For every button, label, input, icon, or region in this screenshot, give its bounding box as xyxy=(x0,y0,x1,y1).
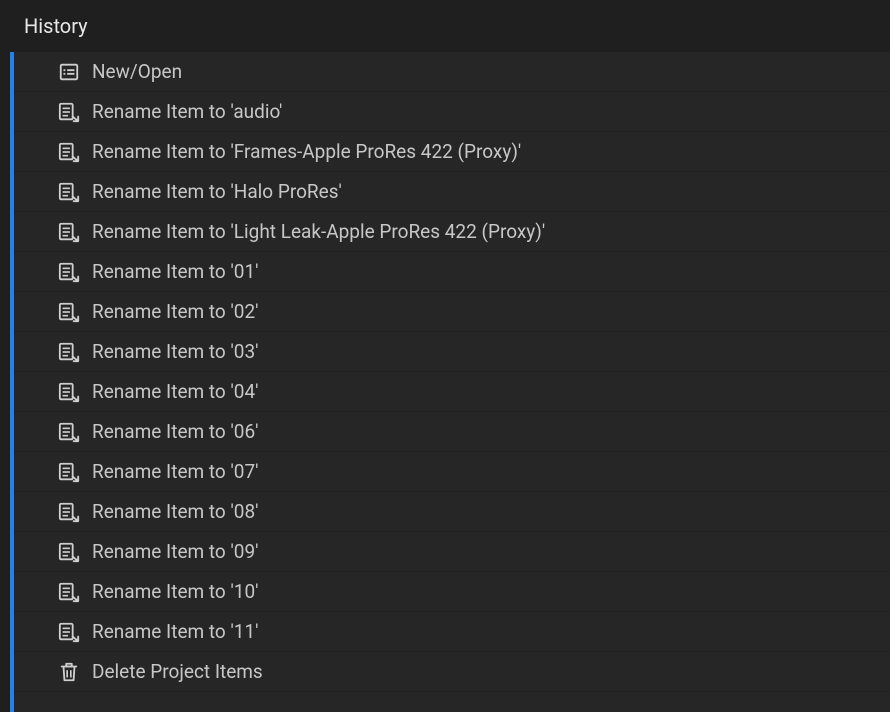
history-item-label: Rename Item to 'Light Leak-Apple ProRes … xyxy=(92,220,545,243)
rename-item-icon xyxy=(58,381,80,403)
history-list[interactable]: New/Open Rename Item to 'audio' Rename Ite… xyxy=(14,52,890,712)
history-item-label: Rename Item to '01' xyxy=(92,260,258,283)
panel-title: History xyxy=(0,0,890,52)
rename-item-icon xyxy=(58,181,80,203)
rename-item-icon xyxy=(58,461,80,483)
history-item[interactable]: New/Open xyxy=(14,52,890,92)
rename-item-icon xyxy=(58,101,80,123)
history-item-label: Rename Item to '11' xyxy=(92,620,258,643)
history-item[interactable]: Rename Item to '07' xyxy=(14,452,890,492)
delete-item-icon xyxy=(58,661,80,683)
history-item-label: Rename Item to '02' xyxy=(92,300,258,323)
history-item-label: Delete Project Items xyxy=(92,660,263,683)
history-item-label: Rename Item to 'audio' xyxy=(92,100,282,123)
panel-body: New/Open Rename Item to 'audio' Rename Ite… xyxy=(0,52,890,712)
rename-item-icon xyxy=(58,421,80,443)
rename-item-icon xyxy=(58,341,80,363)
rename-item-icon xyxy=(58,621,80,643)
history-item-label: Rename Item to 'Halo ProRes' xyxy=(92,180,342,203)
history-item[interactable]: Rename Item to '08' xyxy=(14,492,890,532)
history-item[interactable]: Rename Item to '11' xyxy=(14,612,890,652)
history-item[interactable]: Rename Item to 'Light Leak-Apple ProRes … xyxy=(14,212,890,252)
history-item[interactable]: Rename Item to '04' xyxy=(14,372,890,412)
history-item[interactable]: Rename Item to '03' xyxy=(14,332,890,372)
rename-item-icon xyxy=(58,261,80,283)
rename-item-icon xyxy=(58,301,80,323)
history-item[interactable]: Rename Item to '02' xyxy=(14,292,890,332)
history-item[interactable]: Rename Item to 'Frames-Apple ProRes 422 … xyxy=(14,132,890,172)
rename-item-icon xyxy=(58,221,80,243)
new-open-icon xyxy=(58,61,80,83)
history-item-label: Rename Item to 'Frames-Apple ProRes 422 … xyxy=(92,140,521,163)
history-item[interactable]: Rename Item to '09' xyxy=(14,532,890,572)
history-item[interactable]: Rename Item to 'audio' xyxy=(14,92,890,132)
history-item-label: Rename Item to '04' xyxy=(92,380,258,403)
history-panel: History New/Open Rename Item to 'audio' Re… xyxy=(0,0,890,712)
rename-item-icon xyxy=(58,141,80,163)
rename-item-icon xyxy=(58,501,80,523)
history-item-label: Rename Item to '09' xyxy=(92,540,258,563)
history-item-label: Rename Item to '07' xyxy=(92,460,258,483)
history-item[interactable]: Rename Item to '01' xyxy=(14,252,890,292)
rename-item-icon xyxy=(58,581,80,603)
rename-item-icon xyxy=(58,541,80,563)
history-item-label: Rename Item to '03' xyxy=(92,340,258,363)
history-item[interactable]: Delete Project Items xyxy=(14,652,890,692)
history-item-label: Rename Item to '10' xyxy=(92,580,258,603)
history-item[interactable]: Rename Item to '10' xyxy=(14,572,890,612)
history-item-label: New/Open xyxy=(92,60,182,83)
history-item-label: Rename Item to '06' xyxy=(92,420,258,443)
history-item[interactable]: Rename Item to 'Halo ProRes' xyxy=(14,172,890,212)
history-item[interactable]: Rename Item to '06' xyxy=(14,412,890,452)
history-item-label: Rename Item to '08' xyxy=(92,500,258,523)
